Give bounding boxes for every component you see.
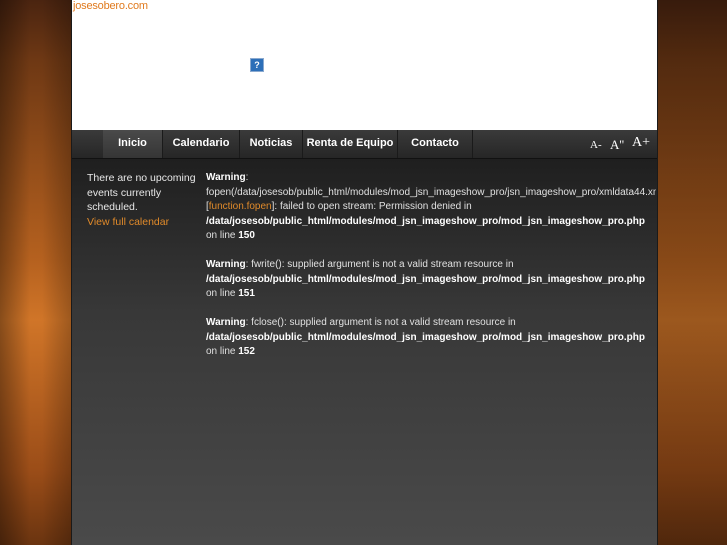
site-link[interactable]: josesobero.com (73, 0, 148, 12)
function-link[interactable]: function.fopen (209, 201, 272, 212)
content-area: There are no upcoming events currently s… (72, 159, 657, 545)
page-frame: josesobero.com ? Inicio Calendario Notic… (71, 0, 658, 545)
nav-item-inicio[interactable]: Inicio (103, 130, 163, 158)
no-events-text-2: events currently (87, 186, 162, 199)
warning-message: : fwrite(): supplied argument is not a v… (245, 259, 514, 270)
nav-item-noticias[interactable]: Noticias (240, 130, 303, 158)
warning-message: fopen(/data/josesob/public_html/modules/… (206, 186, 656, 198)
warning-path: /data/josesob/public_html/modules/mod_js… (206, 273, 645, 285)
on-line-label: on line (206, 288, 236, 299)
line-number: 150 (238, 230, 255, 241)
warning-block: Warning: fclose(): supplied argument is … (206, 316, 656, 360)
no-events-text-3: scheduled. (87, 201, 138, 213)
warning-block: Warning: fopen(/data/josesob/public_html… (206, 172, 656, 241)
line-number: 152 (238, 346, 255, 357)
line-number: 151 (238, 288, 255, 299)
nav-item-calendario[interactable]: Calendario (163, 130, 240, 158)
warning-block: Warning: fwrite(): supplied argument is … (206, 258, 656, 302)
on-line-label: on line (206, 230, 236, 241)
warning-path: /data/josesob/public_html/modules/mod_js… (206, 331, 645, 343)
nav-item-renta-de-equipo[interactable]: Renta de Equipo (303, 130, 398, 158)
font-decrease-button[interactable]: A- (590, 139, 602, 151)
no-events-text-1: There are no upcoming (87, 172, 196, 184)
warning-label: Warning (206, 259, 246, 270)
main-nav: Inicio Calendario Noticias Renta de Equi… (72, 130, 657, 159)
view-calendar-link[interactable]: View full calendar (87, 215, 197, 230)
warnings-panel: Warning: fopen(/data/josesob/public_html… (206, 171, 656, 374)
warning-label: Warning (206, 172, 246, 183)
on-line-label: on line (206, 346, 236, 357)
warning-label: Warning (206, 317, 246, 328)
font-increase-button[interactable]: A+ (632, 135, 650, 151)
events-sidebar: There are no upcoming events currently s… (87, 171, 197, 229)
warning-message: : fclose(): supplied argument is not a v… (245, 317, 516, 328)
nav-item-contacto[interactable]: Contacto (398, 130, 473, 158)
site-header: josesobero.com ? (72, 0, 657, 130)
font-reset-button[interactable]: A'' (610, 137, 624, 153)
broken-image-icon: ? (250, 58, 264, 72)
warning-path: /data/josesob/public_html/modules/mod_js… (206, 215, 645, 227)
warning-message-suffix: ]: failed to open stream: Permission den… (271, 201, 472, 212)
